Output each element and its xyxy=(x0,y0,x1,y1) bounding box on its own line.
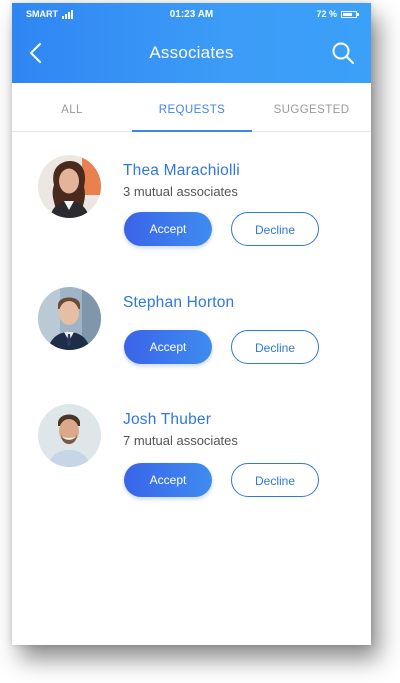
request-item: Thea Marachiolli 3 mutual associates Acc… xyxy=(12,153,371,263)
accept-button[interactable]: Accept xyxy=(124,330,212,364)
tab-bar: ALL REQUESTS SUGGESTED xyxy=(12,83,371,132)
battery-status: 72 % xyxy=(316,9,359,19)
tab-requests[interactable]: REQUESTS xyxy=(132,83,252,132)
request-name[interactable]: Josh Thuber xyxy=(123,411,211,429)
avatar xyxy=(38,404,101,467)
mutual-count: 7 mutual associates xyxy=(123,433,238,448)
search-icon[interactable] xyxy=(331,41,355,65)
request-name[interactable]: Stephan Horton xyxy=(123,294,234,312)
accept-button[interactable]: Accept xyxy=(124,463,212,497)
decline-button[interactable]: Decline xyxy=(231,463,319,497)
battery-icon xyxy=(341,10,359,18)
decline-button[interactable]: Decline xyxy=(231,212,319,246)
battery-percent: 72 % xyxy=(316,9,337,19)
phone-screen: SMART 01:23 AM 72 % Associates ALL REQUE… xyxy=(12,3,371,645)
tab-all[interactable]: ALL xyxy=(12,83,132,131)
accept-button[interactable]: Accept xyxy=(124,212,212,246)
decline-button[interactable]: Decline xyxy=(231,330,319,364)
request-item: Stephan Horton Accept Decline xyxy=(12,285,371,395)
app-header: SMART 01:23 AM 72 % Associates xyxy=(12,3,371,83)
tab-suggested[interactable]: SUGGESTED xyxy=(252,83,371,131)
avatar xyxy=(38,155,101,218)
avatar xyxy=(38,287,101,350)
status-bar: SMART 01:23 AM 72 % xyxy=(12,9,371,23)
page-title: Associates xyxy=(149,43,234,62)
request-item: Josh Thuber 7 mutual associates Accept D… xyxy=(12,402,371,512)
request-name[interactable]: Thea Marachiolli xyxy=(123,162,240,180)
mutual-count: 3 mutual associates xyxy=(123,184,238,199)
